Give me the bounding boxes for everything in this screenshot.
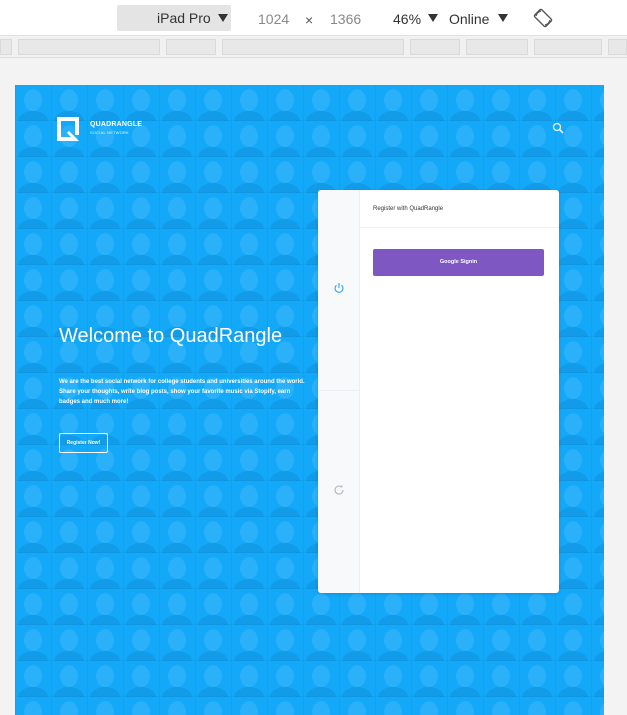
device-select[interactable]: iPad Pro: [117, 5, 231, 31]
refresh-icon[interactable]: [333, 484, 345, 496]
chevron-down-icon: [428, 14, 438, 22]
emulated-page: QUADRANGLE SOCIAL NETWORK Welcome to Qua…: [15, 85, 604, 715]
brand-tagline: SOCIAL NETWORK: [90, 130, 129, 135]
search-icon[interactable]: [552, 122, 564, 134]
page-title: Welcome to QuadRangle: [59, 325, 283, 347]
ruler-segment[interactable]: [166, 39, 216, 55]
network-throttle-select[interactable]: Online: [449, 11, 508, 27]
ruler-segment[interactable]: [466, 39, 528, 55]
viewport-height-input[interactable]: 1366: [330, 11, 361, 27]
chevron-down-icon: [218, 14, 228, 22]
brand-name: QUADRANGLE: [90, 121, 143, 128]
ruler-segment[interactable]: [0, 39, 12, 55]
chevron-down-icon: [498, 14, 508, 22]
device-select-label: iPad Pro: [157, 10, 211, 26]
hero-description: We are the best social network for colle…: [59, 379, 305, 405]
devtools-toolbar: iPad Pro 1024 × 1366 46% Online: [0, 0, 627, 36]
network-select-label: Online: [449, 11, 490, 27]
register-card: Register with QuadRangle Google Signin: [318, 190, 559, 593]
viewport-width-input[interactable]: 1024: [258, 11, 289, 27]
register-now-button[interactable]: Register Now!: [59, 433, 108, 453]
ruler-segment[interactable]: [410, 39, 460, 55]
ruler-segment[interactable]: [18, 39, 160, 55]
rotate-icon[interactable]: [533, 8, 553, 28]
divider: [360, 227, 559, 228]
power-icon[interactable]: [333, 282, 345, 294]
google-signin-button[interactable]: Google Signin: [373, 249, 544, 276]
card-sidebar: [318, 190, 360, 593]
card-title: Register with QuadRangle: [373, 206, 444, 212]
zoom-select[interactable]: 46%: [393, 11, 438, 27]
quadrangle-logo[interactable]: [55, 115, 81, 143]
zoom-select-label: 46%: [393, 11, 422, 27]
ruler-segment[interactable]: [608, 39, 627, 55]
media-query-ruler: [0, 37, 627, 58]
ruler-segment[interactable]: [534, 39, 602, 55]
ruler-segment[interactable]: [222, 39, 404, 55]
dimension-separator: ×: [305, 12, 314, 28]
